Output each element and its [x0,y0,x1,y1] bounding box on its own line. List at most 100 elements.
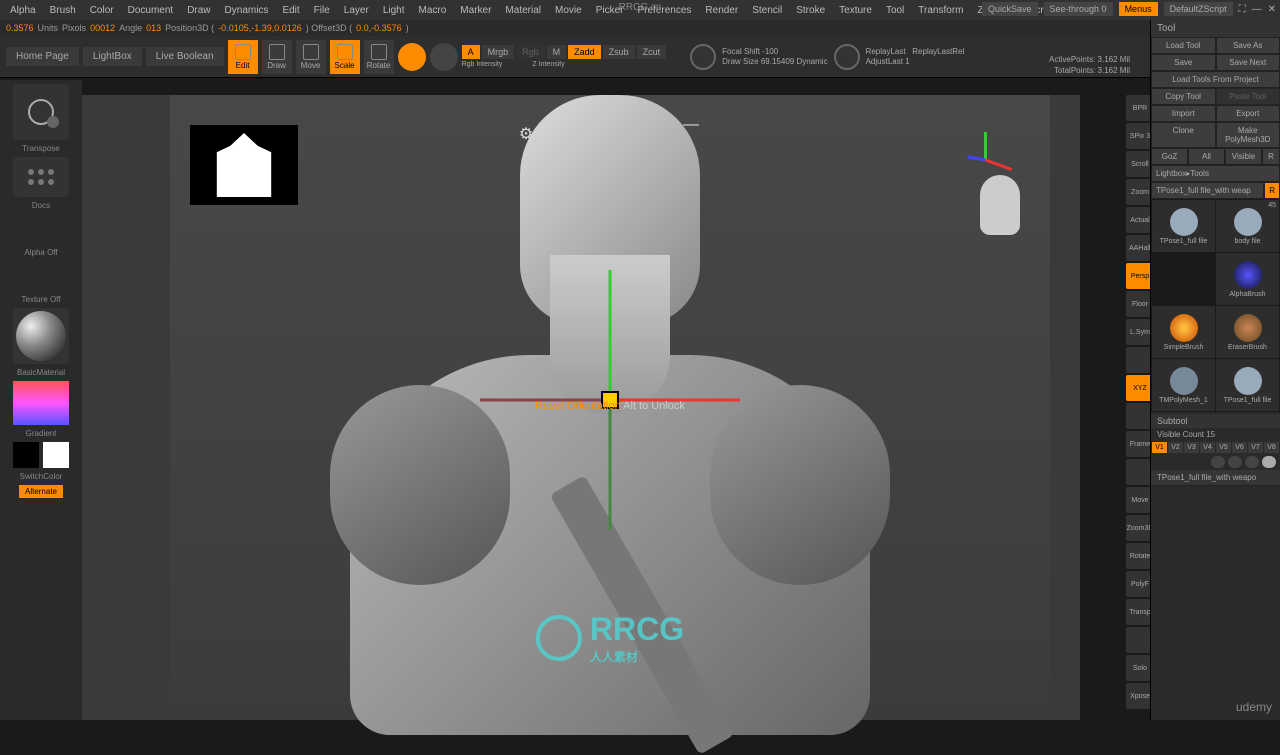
menus-toggle[interactable]: Menus [1119,2,1158,16]
sculptris-toggle[interactable] [430,43,458,71]
gizmo-toggle[interactable] [398,43,426,71]
menu-item[interactable]: Brush [44,3,82,18]
scale-mode-button[interactable]: Scale [330,40,360,74]
maximize-icon[interactable]: ⛶ [1239,4,1246,15]
alpha-off-label[interactable]: Alpha Off [24,248,57,257]
menu-item[interactable]: Macro [413,3,453,18]
current-tool-name[interactable]: TPose1_full file_with weap [1151,182,1264,199]
menu-item[interactable]: Alpha [4,3,42,18]
menu-item[interactable]: Stroke [790,3,831,18]
switchcolor-button[interactable]: SwitchColor [20,472,63,481]
save-button[interactable]: Save [1151,54,1216,71]
menu-item[interactable]: Stencil [746,3,788,18]
adjustlast-slider[interactable]: AdjustLast 1 [866,57,965,67]
tool-item[interactable]: TPose1_full file [1216,359,1279,411]
focal-dial[interactable] [690,44,716,70]
close-icon[interactable]: ✕ [1268,4,1276,15]
menu-item[interactable]: Texture [833,3,878,18]
move-mode-button[interactable]: Move [296,40,326,74]
paste-tool-button[interactable]: Paste Tool [1216,88,1280,105]
tool-item[interactable]: TPose1_full file [1152,200,1215,252]
menu-item[interactable]: Dynamics [219,3,275,18]
menu-item[interactable]: Edit [276,3,305,18]
replaylast-button[interactable]: ReplayLast [866,47,906,56]
viewport-3d[interactable]: ⚙ ★ 📍 ⌂ ↻ 🔓 —● Reset Orientation A [170,95,1050,705]
alternate-button[interactable]: Alternate [19,485,63,498]
homepage-tab[interactable]: Home Page [6,47,79,66]
replaylastrel-button[interactable]: ReplayLastRel [912,47,964,56]
vis-tab[interactable]: V4 [1200,442,1215,453]
visible-count[interactable]: Visible Count 15 [1151,428,1280,441]
vis-tab[interactable]: V2 [1168,442,1183,453]
mrgb-button[interactable]: Mrgb [482,45,515,59]
tool-item[interactable]: 45body file [1216,200,1279,252]
menu-item[interactable]: Marker [454,3,497,18]
vis-tab[interactable]: V1 [1152,442,1167,453]
eye-icon[interactable] [1245,456,1259,468]
zsub-button[interactable]: Zsub [603,45,635,59]
reference-thumbnail[interactable] [190,125,298,205]
eye-icon[interactable] [1228,456,1242,468]
eye-icon[interactable] [1262,456,1276,468]
swatch-white[interactable] [43,442,69,468]
rotate-mode-button[interactable]: Rotate [364,40,394,74]
menu-item[interactable]: Tool [880,3,910,18]
rgb-button[interactable]: Rgb [516,45,545,59]
quicksave-button[interactable]: QuickSave [982,2,1038,16]
zcut-button[interactable]: Zcut [637,45,667,59]
import-button[interactable]: Import [1151,105,1216,122]
camera-reference-head[interactable] [980,175,1020,235]
goz-r-button[interactable]: R [1262,148,1280,165]
load-tool-button[interactable]: Load Tool [1151,37,1216,54]
menu-item[interactable]: Draw [181,3,216,18]
vis-tab[interactable]: V8 [1264,442,1279,453]
draw-mode-button[interactable]: Draw [262,40,292,74]
color-picker[interactable] [13,381,69,425]
vis-tab[interactable]: V6 [1232,442,1247,453]
menu-item[interactable]: Movie [549,3,588,18]
adjust-dial[interactable] [834,44,860,70]
tool-item[interactable]: EraserBrush [1216,306,1279,358]
make-polymesh-button[interactable]: Make PolyMesh3D [1216,122,1280,148]
defaultzscript-button[interactable]: DefaultZScript [1164,2,1233,16]
vis-tab[interactable]: V3 [1184,442,1199,453]
menu-item[interactable]: Document [122,3,180,18]
subtool-item[interactable]: TPose1_full file_with weapo [1151,470,1280,486]
save-as-button[interactable]: Save As [1216,37,1280,54]
subtool-header[interactable]: Subtool [1151,414,1280,428]
texture-off-label[interactable]: Texture Off [22,295,61,304]
edit-mode-button[interactable]: Edit [228,40,258,74]
tool-item[interactable]: AlphaBrush [1216,253,1279,305]
menu-item[interactable]: Render [699,3,744,18]
menu-item[interactable]: Transform [912,3,969,18]
vis-tab[interactable]: V5 [1216,442,1231,453]
goz-visible-button[interactable]: Visible [1225,148,1262,165]
minimize-icon[interactable]: — [1252,4,1262,15]
menu-item[interactable]: Layer [338,3,375,18]
eye-icon[interactable] [1211,456,1225,468]
tool-header[interactable]: Tool [1151,20,1280,37]
material-slot[interactable] [13,308,69,364]
transpose-brush-slot[interactable] [13,84,69,140]
zadd-button[interactable]: Zadd [568,45,601,59]
swatch-black[interactable] [13,442,39,468]
save-next-button[interactable]: Save Next [1216,54,1280,71]
docs-slot[interactable] [13,157,69,197]
lightbox-tab[interactable]: LightBox [83,47,142,66]
liveboolean-tab[interactable]: Live Boolean [146,47,224,66]
tool-item[interactable]: SimpleBrush [1152,306,1215,358]
goz-button[interactable]: GoZ [1151,148,1188,165]
copy-tool-button[interactable]: Copy Tool [1151,88,1216,105]
lightbox-tools-button[interactable]: Lightbox▸Tools [1151,165,1280,182]
export-button[interactable]: Export [1216,105,1280,122]
menu-item[interactable]: Material [499,3,547,18]
menu-item[interactable]: Color [84,3,120,18]
menu-item[interactable]: Light [377,3,411,18]
seethrough-slider[interactable]: See-through 0 [1044,2,1113,16]
clone-button[interactable]: Clone [1151,122,1216,148]
r-toggle[interactable]: R [1264,182,1280,199]
tool-item[interactable]: TMPolyMesh_1 [1152,359,1215,411]
a-button[interactable]: A [462,45,480,59]
z-intensity-slider[interactable]: Z Intensity [532,61,564,68]
vis-tab[interactable]: V7 [1248,442,1263,453]
